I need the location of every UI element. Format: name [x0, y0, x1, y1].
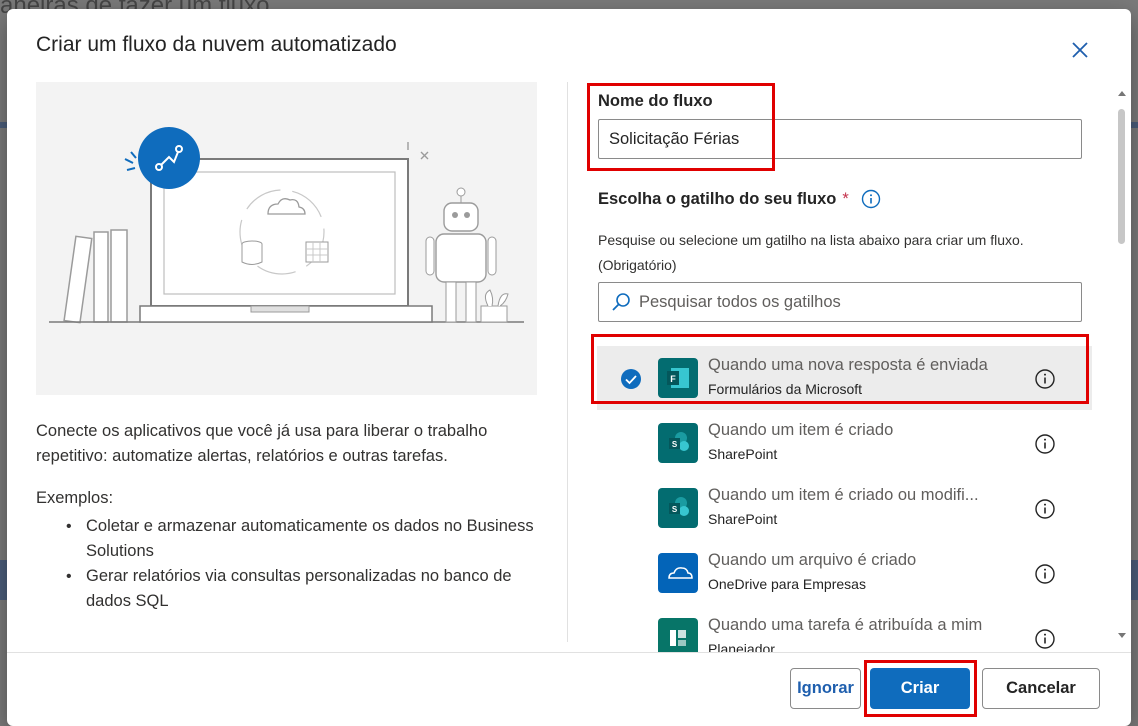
background-strip — [0, 122, 7, 128]
trigger-search-input[interactable] — [639, 292, 1059, 312]
close-button[interactable] — [1065, 35, 1095, 65]
examples-list: Coletar e armazenar automaticamente os d… — [36, 514, 536, 614]
trigger-title: Quando um item é criado — [708, 421, 894, 439]
sharepoint-icon: S — [658, 488, 698, 528]
examples-label: Exemplos: — [36, 489, 114, 507]
trigger-label: Escolha o gatilho do seu fluxo * — [598, 189, 881, 209]
create-button[interactable]: Criar — [870, 668, 970, 709]
trigger-connector: Planejador — [708, 641, 775, 652]
svg-text:S: S — [672, 440, 678, 449]
info-icon[interactable] — [1034, 498, 1056, 520]
trigger-connector: OneDrive para Empresas — [708, 576, 866, 592]
illustration — [36, 82, 537, 395]
panel-divider — [567, 82, 568, 642]
trigger-connector: SharePoint — [708, 446, 778, 462]
trigger-title: Quando um item é criado ou modifi... — [708, 486, 979, 504]
scrollbar-thumb[interactable] — [1118, 109, 1125, 244]
trigger-option-onedrive-file-created[interactable]: Quando um arquivo é criado OneDrive para… — [597, 541, 1092, 605]
trigger-option-sharepoint-item-created-or-modified[interactable]: S Quando um item é criado ou modifi... S… — [597, 476, 1092, 540]
trigger-option-planner-task-assigned[interactable]: Quando uma tarefa é atribuída a mim Plan… — [597, 606, 1092, 652]
background-strip — [1131, 122, 1138, 128]
trigger-label-text: Escolha o gatilho do seu fluxo — [598, 189, 837, 208]
trigger-help-text: Pesquise ou selecione um gatilho na list… — [598, 232, 1024, 273]
dialog-title: Criar um fluxo da nuvem automatizado — [36, 33, 397, 56]
left-panel: Conecte os aplicativos que você já usa p… — [36, 82, 538, 610]
trigger-option-forms-new-response[interactable]: F Quando uma nova resposta é enviada For… — [597, 346, 1092, 410]
footer-divider — [7, 652, 1131, 653]
info-icon[interactable] — [1034, 433, 1056, 455]
selected-check-icon — [621, 369, 641, 389]
close-icon — [1072, 42, 1088, 58]
cancel-button[interactable]: Cancelar — [982, 668, 1100, 709]
info-icon[interactable] — [1034, 368, 1056, 390]
forms-icon: F — [658, 358, 698, 398]
sharepoint-icon: S — [658, 423, 698, 463]
create-flow-dialog: Criar um fluxo da nuvem automatizado Con… — [7, 9, 1131, 726]
svg-text:S: S — [672, 505, 678, 514]
onedrive-icon — [658, 553, 698, 593]
info-icon[interactable] — [1034, 563, 1056, 585]
required-mark: * — [842, 189, 849, 208]
trigger-connector: Formulários da Microsoft — [708, 381, 863, 397]
trigger-title: Quando uma nova resposta é enviada — [708, 356, 988, 374]
info-icon[interactable] — [861, 189, 881, 209]
flow-name-input[interactable] — [598, 119, 1082, 159]
trigger-search-box[interactable] — [598, 282, 1082, 322]
flow-name-label: Nome do fluxo — [598, 92, 713, 110]
right-panel: Nome do fluxo Escolha o gatilho do seu f… — [597, 82, 1117, 652]
trigger-connector: SharePoint — [708, 511, 778, 527]
background-strip — [1131, 560, 1138, 600]
search-icon — [612, 293, 630, 311]
planner-icon — [658, 618, 698, 652]
trigger-option-sharepoint-item-created[interactable]: S Quando um item é criado SharePoint — [597, 411, 1092, 475]
dialog-description: Conecte os aplicativos que você já usa p… — [36, 422, 488, 465]
background-strip — [0, 560, 7, 600]
scroll-up-icon[interactable] — [1115, 87, 1129, 99]
trigger-title: Quando um arquivo é criado — [708, 551, 917, 569]
info-icon[interactable] — [1034, 628, 1056, 650]
scroll-down-icon[interactable] — [1115, 630, 1129, 642]
ignore-button[interactable]: Ignorar — [790, 668, 861, 709]
example-item: Coletar e armazenar automaticamente os d… — [36, 514, 536, 564]
trigger-title: Quando uma tarefa é atribuída a mim — [708, 616, 983, 634]
svg-text:F: F — [670, 374, 676, 384]
right-panel-scrollbar[interactable] — [1115, 87, 1129, 642]
laptop-illustration — [49, 127, 524, 324]
example-item: Gerar relatórios via consultas personali… — [36, 564, 536, 614]
